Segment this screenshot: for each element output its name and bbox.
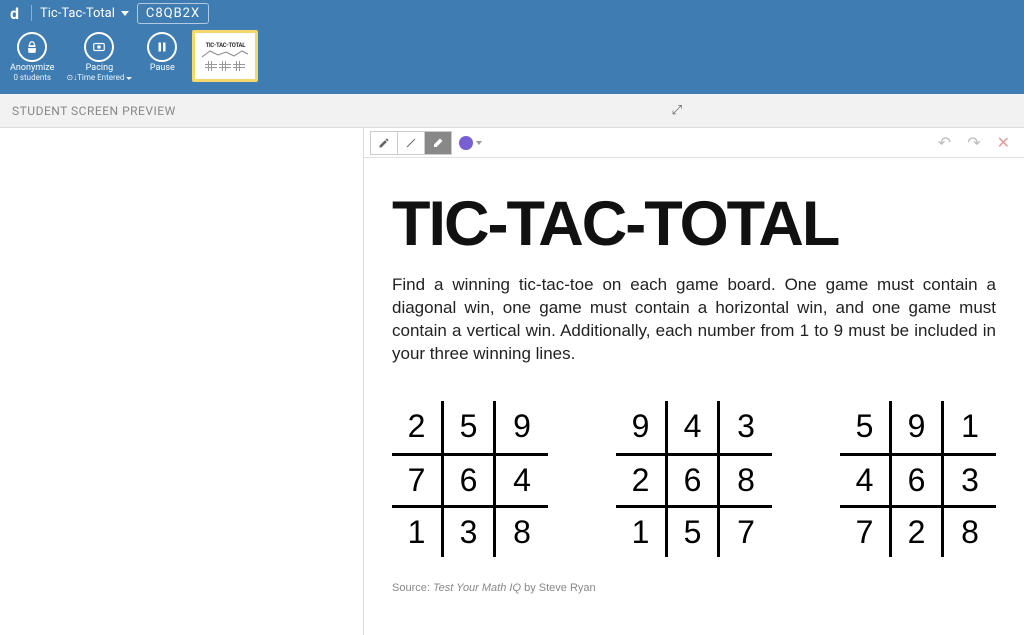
- slide-content: TIC-TAC-TOTAL Find a winning tic-tac-toe…: [364, 158, 1024, 635]
- close-icon[interactable]: ✕: [989, 133, 1018, 152]
- activity-title-dropdown[interactable]: Tic-Tac-Total: [40, 6, 129, 21]
- board-cell: 6: [892, 453, 944, 505]
- board-cell: 7: [392, 453, 444, 505]
- game-boards: 259764138 943268157 591463728: [392, 401, 996, 557]
- board-cell: 5: [444, 401, 496, 453]
- preview-bar: STUDENT SCREEN PREVIEW ⤢: [0, 94, 1024, 128]
- undo-icon[interactable]: ↶: [930, 133, 959, 152]
- pause-label: Pause: [150, 64, 175, 74]
- left-space: [0, 128, 363, 635]
- pause-icon: [147, 32, 177, 62]
- board-cell: 2: [616, 453, 668, 505]
- board-cell: 5: [668, 505, 720, 557]
- top-bar: d Tic-Tac-Total C8QB2X: [0, 0, 1024, 26]
- anonymize-sublabel: 0 students: [13, 74, 51, 83]
- anonymize-button[interactable]: Anonymize 0 students: [6, 30, 58, 85]
- toolbar: Anonymize 0 students Pacing ⊙↓Time Enter…: [0, 26, 1024, 94]
- pencil-tool[interactable]: [370, 131, 398, 155]
- slide-description: Find a winning tic-tac-toe on each game …: [392, 274, 996, 366]
- board-cell: 8: [496, 505, 548, 557]
- slide-thumbnail[interactable]: TIC-TAC-TOTAL: [192, 30, 258, 82]
- redo-icon[interactable]: ↷: [959, 133, 988, 152]
- activity-title: Tic-Tac-Total: [40, 6, 115, 21]
- source-title: Test Your Math IQ: [433, 582, 521, 594]
- draw-toolbar: ↶ ↷ ✕: [364, 128, 1024, 158]
- pacing-icon: [84, 32, 114, 62]
- line-tool[interactable]: [397, 131, 425, 155]
- board-cell: 7: [840, 505, 892, 557]
- thumb-title: TIC-TAC-TOTAL: [205, 42, 245, 49]
- board-cell: 9: [892, 401, 944, 453]
- board-cell: 4: [668, 401, 720, 453]
- source-prefix: Source:: [392, 582, 433, 594]
- color-dropdown-caret[interactable]: [476, 141, 482, 145]
- caret-down-icon: [121, 11, 129, 16]
- board-cell: 6: [444, 453, 496, 505]
- board-cell: 3: [444, 505, 496, 557]
- board-cell: 2: [392, 401, 444, 453]
- caret-down-icon: [126, 77, 132, 80]
- source-citation: Source: Test Your Math IQ by Steve Ryan: [392, 582, 996, 594]
- board-3: 591463728: [840, 401, 996, 557]
- app-logo[interactable]: d: [6, 4, 23, 23]
- board-cell: 9: [496, 401, 548, 453]
- anonymize-icon: [17, 32, 47, 62]
- pacing-sublabel: ⊙↓Time Entered: [66, 74, 132, 83]
- board-cell: 3: [944, 453, 996, 505]
- board-cell: 1: [616, 505, 668, 557]
- slide-title: TIC-TAC-TOTAL: [392, 188, 996, 260]
- board-cell: 1: [392, 505, 444, 557]
- board-cell: 8: [944, 505, 996, 557]
- board-cell: 5: [840, 401, 892, 453]
- thumb-chart-icon: [200, 49, 250, 59]
- board-cell: 9: [616, 401, 668, 453]
- divider: [31, 5, 32, 21]
- board-cell: 4: [840, 453, 892, 505]
- board-1: 259764138: [392, 401, 548, 557]
- content-area: ↶ ↷ ✕ TIC-TAC-TOTAL Find a winning tic-t…: [0, 128, 1024, 635]
- source-suffix: by Steve Ryan: [521, 582, 596, 594]
- board-cell: 2: [892, 505, 944, 557]
- board-cell: 7: [720, 505, 772, 557]
- board-cell: 3: [720, 401, 772, 453]
- expand-icon[interactable]: ⤢: [672, 103, 682, 118]
- board-2: 943268157: [616, 401, 772, 557]
- slide-panel: ↶ ↷ ✕ TIC-TAC-TOTAL Find a winning tic-t…: [363, 128, 1024, 635]
- board-cell: 1: [944, 401, 996, 453]
- board-cell: 6: [668, 453, 720, 505]
- color-picker[interactable]: [459, 136, 473, 150]
- board-cell: 4: [496, 453, 548, 505]
- eraser-tool[interactable]: [424, 131, 452, 155]
- thumb-grids: [205, 61, 245, 71]
- preview-label: STUDENT SCREEN PREVIEW: [12, 104, 176, 118]
- pause-button[interactable]: Pause: [140, 30, 184, 76]
- class-code[interactable]: C8QB2X: [137, 3, 209, 24]
- board-cell: 8: [720, 453, 772, 505]
- pacing-button[interactable]: Pacing ⊙↓Time Entered: [62, 30, 136, 85]
